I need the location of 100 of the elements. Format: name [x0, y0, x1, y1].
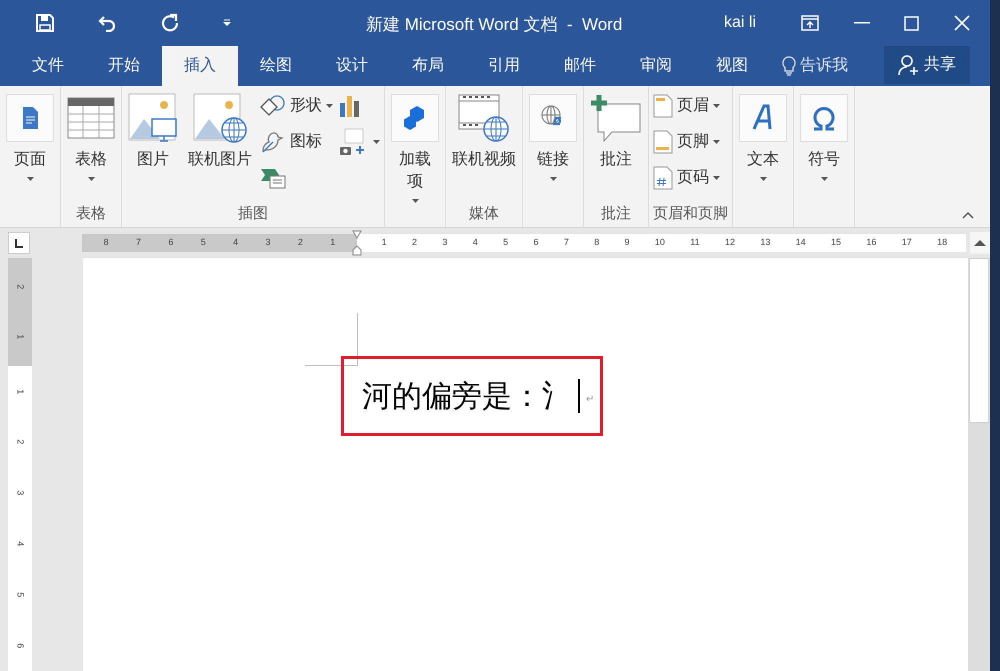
group-label: 媒体: [469, 204, 499, 224]
ruler-number: 2: [298, 236, 303, 250]
ribbon-button[interactable]: 链接: [527, 92, 579, 201]
ribbon-tab[interactable]: 开始: [86, 46, 162, 86]
header-page-icon: [653, 94, 673, 118]
ruler-number: 3: [266, 236, 271, 250]
scroll-up-icon[interactable]: [970, 232, 990, 254]
ruler-number: 1: [330, 236, 336, 250]
close-icon[interactable]: [954, 15, 970, 31]
ribbon-button[interactable]: 符号: [798, 92, 850, 201]
ribbon-button[interactable]: 联机视频: [450, 92, 518, 201]
lightbulb-icon: [782, 56, 796, 76]
redo-icon[interactable]: [160, 13, 180, 33]
omega-icon: [800, 94, 848, 142]
ruler-number: 2: [412, 236, 418, 250]
customize-toolbar-icon[interactable]: [222, 19, 232, 27]
paragraph-mark: ↵: [586, 392, 594, 406]
ruler-number: 5: [503, 236, 508, 250]
ribbon-button[interactable]: 图标: [260, 128, 333, 156]
ribbon-tab[interactable]: 文件: [10, 46, 86, 86]
bird-icon: [260, 130, 286, 154]
ruler-number: 8: [104, 236, 109, 250]
ribbon-tab[interactable]: 插入: [162, 46, 238, 86]
group-label: 页眉和页脚: [653, 204, 728, 224]
document-text: 河的偏旁是：氵: [362, 378, 572, 416]
ruler-number: 11: [690, 236, 700, 250]
smartart-icon: [260, 167, 286, 189]
ruler-number: 1: [14, 334, 27, 340]
ruler-number: 5: [200, 236, 206, 250]
person-add-icon: [898, 54, 920, 76]
film-with-globe-icon: [458, 93, 510, 143]
ruler-number: 4: [14, 541, 27, 546]
ruler-number: 12: [724, 236, 735, 250]
minimize-icon[interactable]: [854, 22, 870, 24]
ruler-number: 13: [760, 236, 770, 250]
hexagon-cubes-icon: [391, 94, 439, 142]
undo-icon[interactable]: [98, 14, 118, 32]
ruler-number: 2: [14, 440, 27, 445]
save-icon[interactable]: [35, 13, 55, 33]
ribbon-tab[interactable]: 审阅: [618, 46, 694, 86]
ribbon-icon-button[interactable]: [339, 128, 380, 156]
group-label: 批注: [601, 204, 631, 224]
picture-with-globe-icon: [193, 93, 247, 143]
comment-plus-icon: [590, 94, 642, 142]
bar-chart-icon: [339, 95, 361, 117]
ribbon-button[interactable]: 联机图片: [186, 92, 254, 201]
text-cursor: [578, 379, 580, 413]
ribbon-tab[interactable]: 邮件: [542, 46, 618, 86]
ribbon-tab[interactable]: 引用: [466, 46, 542, 86]
globe-link-icon: [529, 94, 577, 142]
ruler-number: 4: [472, 236, 478, 250]
ribbon-button[interactable]: 页眉: [653, 92, 720, 120]
ribbon-tab[interactable]: 布局: [390, 46, 466, 86]
ruler-number: 3: [14, 490, 27, 496]
ruler-number: 6: [14, 643, 27, 648]
scrollbar-thumb[interactable]: [969, 258, 989, 423]
window-title: 新建 Microsoft Word 文档 - Word: [366, 14, 622, 36]
ruler-number: 15: [831, 236, 842, 250]
user-name: kai li: [724, 13, 756, 33]
ribbon-button[interactable]: 图片: [126, 92, 180, 201]
ruler-number: 10: [654, 236, 665, 250]
ribbon-tab[interactable]: 视图: [694, 46, 770, 86]
footer-page-icon: [653, 130, 673, 154]
ribbon-button[interactable]: 表格: [65, 92, 117, 201]
indent-marker-icon[interactable]: [352, 230, 362, 256]
ribbon-tab[interactable]: 绘图: [238, 46, 314, 86]
ruler-number: 2: [14, 284, 27, 290]
tab-stop-selector-icon[interactable]: [8, 232, 30, 254]
ruler-number: 5: [14, 592, 27, 598]
table-icon: [67, 97, 115, 139]
ruler-number: 3: [442, 236, 448, 250]
ruler-number: 17: [902, 236, 912, 250]
ruler-number: 16: [866, 236, 876, 250]
collapse-ribbon-icon[interactable]: [962, 211, 974, 219]
ribbon-button[interactable]: 页面: [4, 92, 56, 201]
ruler-number: 18: [937, 236, 948, 250]
group-label: 表格: [76, 204, 106, 224]
share-button[interactable]: 共享: [884, 46, 970, 84]
ribbon-display-options-icon[interactable]: [801, 15, 819, 31]
ruler-number: 14: [796, 236, 806, 250]
letter-a-icon: [739, 94, 787, 142]
tell-me-search[interactable]: 告诉我: [800, 54, 848, 78]
ribbon-button[interactable]: 形状: [260, 92, 333, 120]
ruler-number: 6: [168, 236, 174, 250]
shapes-icon: [260, 95, 286, 117]
ruler-number: 6: [533, 236, 538, 250]
ribbon-tab[interactable]: 设计: [314, 46, 390, 86]
picture-with-monitor-icon: [128, 93, 178, 143]
page-icon: [6, 94, 54, 142]
ribbon-button[interactable]: 页脚: [653, 128, 720, 156]
ribbon-button[interactable]: 加载项: [389, 92, 441, 203]
ruler-number: 9: [624, 236, 630, 250]
ribbon-button[interactable]: 页码: [653, 164, 720, 192]
ruler-number: 4: [233, 236, 238, 250]
maximize-icon[interactable]: [904, 16, 919, 30]
ribbon-button[interactable]: 批注: [588, 92, 644, 201]
ruler-number: 7: [136, 236, 142, 250]
ribbon-button[interactable]: 文本: [737, 92, 789, 201]
ruler-number: 8: [594, 236, 600, 250]
ruler-number: 7: [564, 236, 569, 250]
